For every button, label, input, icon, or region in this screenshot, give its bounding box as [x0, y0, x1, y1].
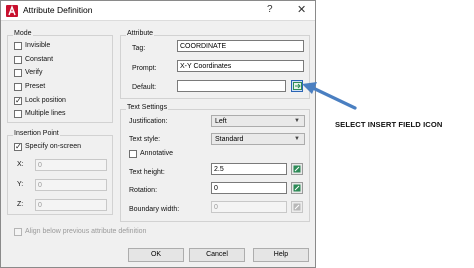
attribute-heading: Attribute [126, 30, 155, 37]
specify-on-screen-label: Specify on-screen [25, 143, 82, 150]
default-label: Default: [132, 84, 157, 91]
help-icon[interactable]: ? [267, 4, 273, 15]
lock-position-label: Lock position [25, 97, 66, 104]
text-style-label: Text style: [129, 136, 161, 143]
chevron-down-icon: ▼ [294, 118, 300, 124]
tag-input[interactable]: COORDINATE [177, 40, 304, 52]
pick-point-icon [293, 203, 301, 211]
title-bar: Attribute Definition ? ✕ [1, 1, 315, 21]
justification-label: Justification: [129, 118, 168, 125]
multiple-lines-checkbox[interactable] [14, 110, 22, 118]
z-label: Z: [17, 201, 24, 208]
text-height-pick-button[interactable] [291, 163, 303, 175]
close-icon[interactable]: ✕ [297, 3, 306, 16]
z-input[interactable]: 0 [35, 199, 107, 211]
justification-select[interactable]: Left ▼ [211, 115, 305, 127]
constant-label: Constant [25, 56, 54, 63]
help-button[interactable]: Help [253, 248, 309, 262]
text-style-value: Standard [215, 136, 244, 143]
mode-heading: Mode [13, 30, 33, 37]
invisible-label: Invisible [25, 42, 51, 49]
cancel-button[interactable]: Cancel [189, 248, 245, 262]
callout-text: SELECT INSERT FIELD ICON [335, 120, 443, 129]
verify-checkbox[interactable] [14, 69, 22, 77]
lock-position-checkbox[interactable] [14, 96, 22, 105]
x-label: X: [17, 161, 24, 168]
text-height-input[interactable]: 2.5 [211, 163, 287, 175]
text-style-select[interactable]: Standard ▼ [211, 133, 305, 145]
preset-checkbox[interactable] [14, 83, 22, 91]
align-below-checkbox[interactable] [14, 228, 22, 236]
attribute-definition-dialog: Attribute Definition ? ✕ Mode Invisible … [0, 0, 316, 268]
rotation-label: Rotation: [129, 187, 158, 194]
preset-label: Preset [25, 83, 46, 90]
tag-label: Tag: [132, 45, 146, 52]
constant-checkbox[interactable] [14, 56, 22, 64]
boundary-width-pick-button[interactable] [291, 201, 303, 213]
annotative-label: Annotative [140, 150, 174, 157]
y-label: Y: [17, 181, 24, 188]
invisible-checkbox[interactable] [14, 42, 22, 50]
text-height-label: Text height: [129, 169, 165, 176]
prompt-label: Prompt: [132, 65, 157, 72]
multiple-lines-label: Multiple lines [25, 110, 66, 117]
autocad-logo-icon [6, 5, 18, 17]
annotative-checkbox[interactable] [129, 150, 137, 158]
x-input[interactable]: 0 [35, 159, 107, 171]
pick-point-icon [293, 184, 301, 192]
chevron-down-icon: ▼ [294, 136, 300, 142]
ok-button[interactable]: OK [128, 248, 184, 262]
prompt-input[interactable]: X-Y Coordinates [177, 60, 304, 72]
callout-arrow [302, 82, 357, 110]
text-settings-heading: Text Settings [126, 104, 169, 111]
default-input[interactable] [177, 80, 286, 92]
y-input[interactable]: 0 [35, 179, 107, 191]
rotation-pick-button[interactable] [291, 182, 303, 194]
specify-on-screen-checkbox[interactable] [14, 142, 22, 151]
align-below-label: Align below previous attribute definitio… [25, 228, 147, 235]
pick-point-icon [293, 165, 301, 173]
window-title: Attribute Definition [23, 5, 93, 15]
boundary-width-label: Boundary width: [129, 206, 180, 213]
rotation-input[interactable]: 0 [211, 182, 287, 194]
insertion-point-heading: Insertion Point [13, 130, 60, 137]
verify-label: Verify [25, 69, 43, 76]
boundary-width-input[interactable]: 0 [211, 201, 287, 213]
justification-value: Left [215, 118, 227, 125]
